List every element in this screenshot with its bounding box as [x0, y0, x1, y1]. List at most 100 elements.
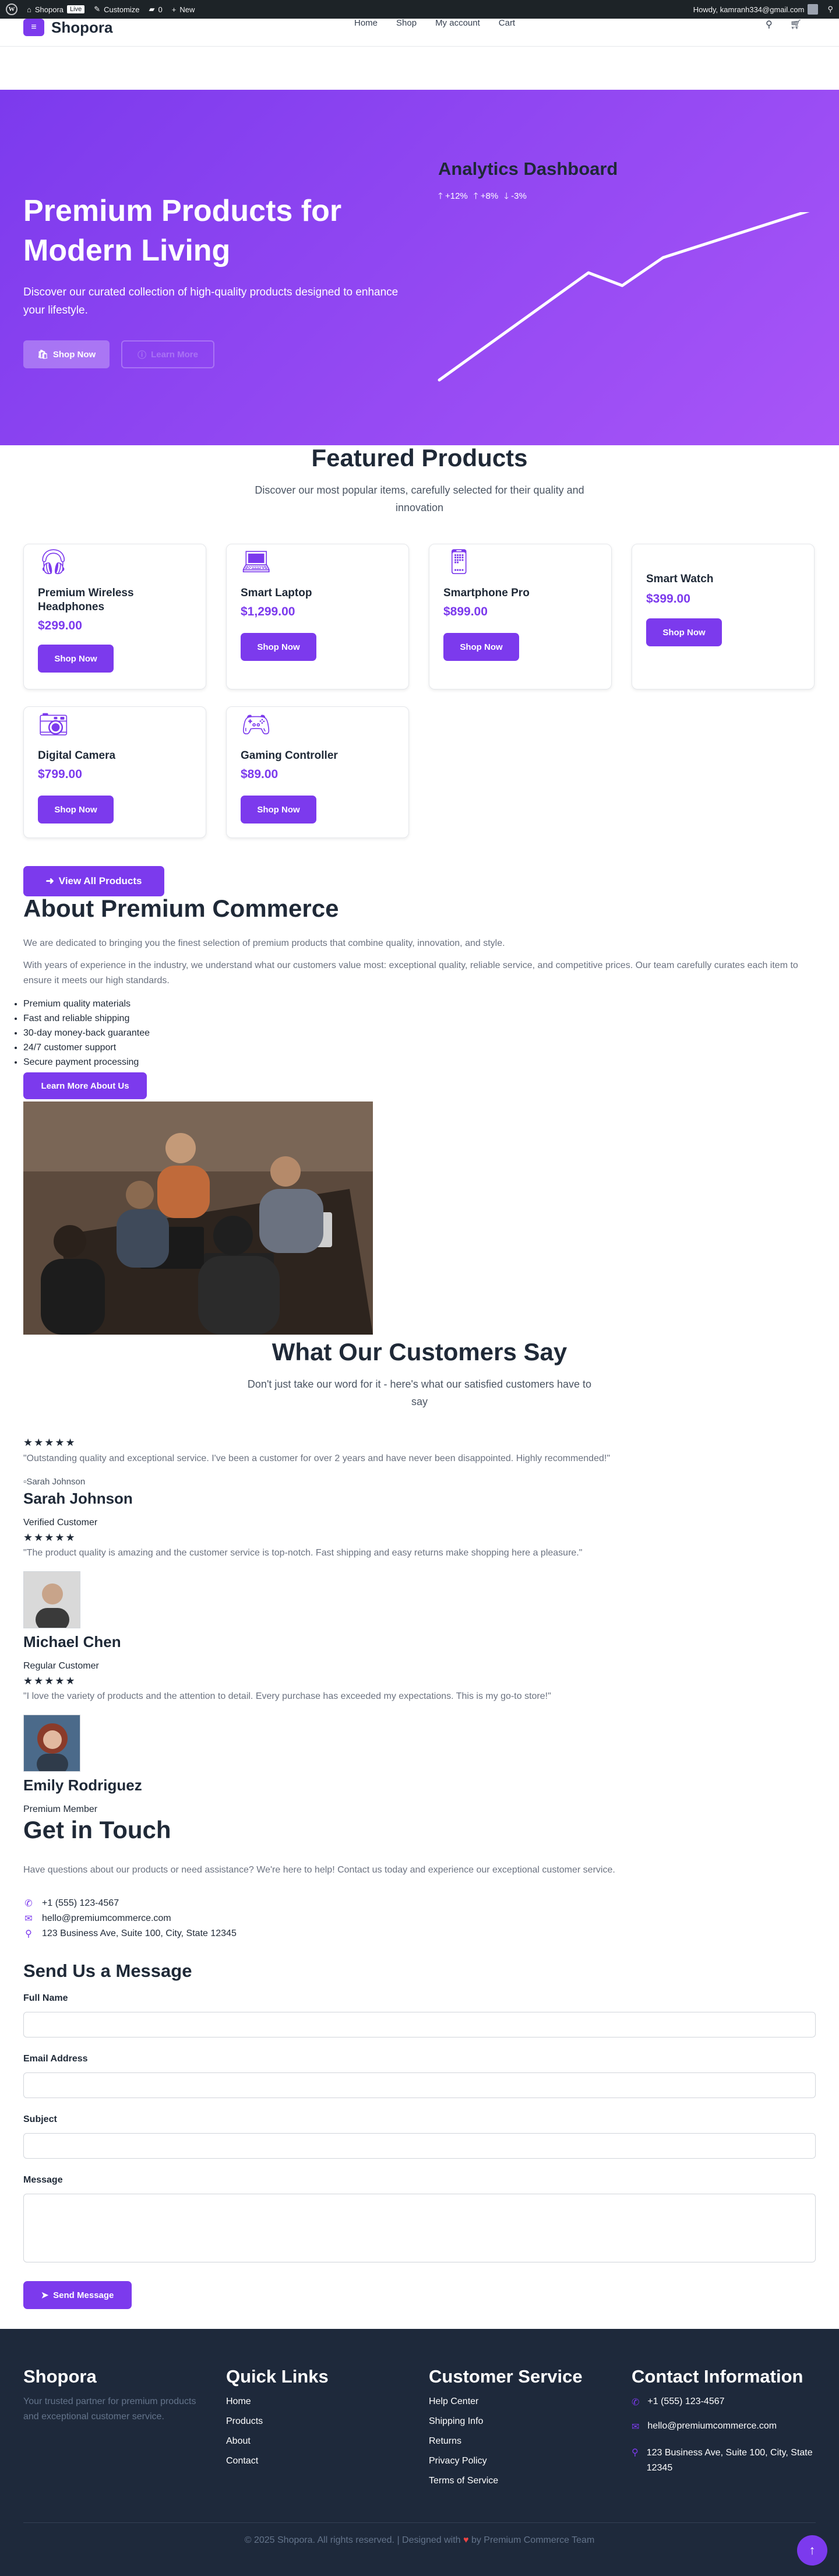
product-card: 💻︎ Smart Laptop $1,299.00 Shop Now [226, 544, 409, 689]
phone-icon: ✆ [632, 2398, 640, 2408]
hero-subtitle: Discover our curated collection of high-… [23, 286, 399, 316]
shop-now-button[interactable]: Shop Now [38, 796, 114, 824]
footer-link-contact[interactable]: Contact [226, 2456, 258, 2466]
testimonials-title: What Our Customers Say [272, 1338, 567, 1366]
rating-stars: ★★★★★ [23, 1532, 76, 1543]
footer-link-help-center[interactable]: Help Center [429, 2396, 478, 2407]
product-price: $799.00 [38, 768, 82, 781]
site-logo[interactable]: Shopora [51, 19, 112, 36]
shop-now-button[interactable]: Shop Now [241, 633, 316, 661]
footer-phone[interactable]: ✆ +1 (555) 123-4567 [632, 2396, 725, 2408]
plus-icon: + [171, 5, 177, 14]
heart-icon: ♥ [463, 2535, 469, 2545]
main-nav: Home Shop My account Cart [354, 19, 515, 28]
admin-account-menu[interactable]: Howdy, kamranh334@gmail.com [693, 4, 819, 15]
hero-shop-now-button[interactable]: 🛍︎ Shop Now [23, 340, 110, 368]
arrow-up-icon: ↑ [809, 2543, 816, 2557]
header-icons: ⚲ 🛒︎ [766, 19, 802, 30]
wordpress-logo[interactable]: W [6, 3, 17, 15]
footer-link-returns[interactable]: Returns [429, 2436, 461, 2447]
info-icon: ⓘ [138, 350, 147, 360]
list-item: Secure payment processing [23, 1055, 150, 1069]
admin-search[interactable]: ⚲ [827, 5, 833, 14]
contact-intro: Have questions about our products or nee… [23, 1865, 615, 1875]
laptop-icon: 💻︎ [241, 548, 272, 575]
envelope-icon: ✉ [24, 1914, 33, 1924]
product-name: Gaming Controller [241, 749, 338, 762]
headphones-icon: 🎧︎ [38, 548, 69, 575]
menu-toggle-button[interactable]: ≡ [23, 19, 44, 36]
email-label: Email Address [23, 2054, 88, 2064]
hero-learn-more-button[interactable]: ⓘ Learn More [121, 340, 214, 368]
admin-customize-link[interactable]: ✎ Customize [94, 5, 139, 14]
hamburger-icon: ≡ [31, 22, 37, 32]
subject-field[interactable] [23, 2133, 816, 2159]
nav-item-cart[interactable]: Cart [499, 19, 515, 28]
nav-item-home[interactable]: Home [354, 19, 378, 28]
full-name-field[interactable] [23, 2012, 816, 2037]
footer-brand: Shopora [23, 2366, 97, 2387]
learn-more-about-us-button[interactable]: Learn More About Us [23, 1072, 147, 1099]
search-icon: ⚲ [827, 5, 833, 13]
footer-link-products[interactable]: Products [226, 2416, 263, 2427]
testimonial-quote: "Outstanding quality and exceptional ser… [23, 1454, 610, 1463]
map-pin-icon: ⚲ [632, 2448, 639, 2458]
team-photo-illustration [23, 1102, 373, 1335]
stat-down: 🡓 -3% [504, 191, 527, 201]
site-header: ≡ Shopora Home Shop My account Cart ⚲ 🛒︎ [0, 19, 839, 47]
avatar [808, 4, 819, 15]
nav-item-my-account[interactable]: My account [435, 19, 480, 28]
subject-label: Subject [23, 2114, 57, 2124]
message-label: Message [23, 2175, 63, 2185]
dashboard-title: Analytics Dashboard [438, 159, 618, 179]
shop-now-button[interactable]: Shop Now [38, 645, 114, 673]
product-price: $89.00 [241, 768, 279, 781]
footer-link-privacy[interactable]: Privacy Policy [429, 2456, 487, 2466]
list-item: Premium quality materials [23, 997, 150, 1011]
product-price: $399.00 [646, 592, 690, 606]
view-all-products-button[interactable]: ➜ View All Products [23, 866, 164, 896]
shop-now-button[interactable]: Shop Now [443, 633, 519, 661]
product-card: 📷︎ Digital Camera $799.00 Shop Now [23, 706, 206, 838]
comment-icon: ▰ [149, 5, 155, 13]
broken-image-alt: ▫Sarah Johnson [23, 1477, 86, 1487]
footer-email[interactable]: ✉ hello@premiumcommerce.com [632, 2421, 777, 2433]
analytics-line-graphic [438, 212, 810, 382]
footer-link-shipping[interactable]: Shipping Info [429, 2416, 483, 2427]
rating-stars: ★★★★★ [23, 1675, 76, 1687]
copyright: © 2025 Shopora. All rights reserved. | D… [244, 2535, 595, 2545]
contact-email[interactable]: ✉ hello@premiumcommerce.com [23, 1913, 171, 1924]
admin-new-link[interactable]: + New [172, 5, 195, 14]
product-price: $1,299.00 [241, 605, 295, 618]
shopping-bag-icon: 🛍︎ [37, 350, 48, 360]
message-textarea[interactable] [23, 2194, 816, 2262]
nav-item-shop[interactable]: Shop [396, 19, 417, 28]
list-item: 30-day money-back guarantee [23, 1026, 150, 1040]
product-card: 🎧︎ Premium Wireless Headphones $299.00 S… [23, 544, 206, 689]
send-message-button[interactable]: ➤ Send Message [23, 2281, 132, 2309]
live-badge: Live [67, 5, 85, 13]
product-name: Smartphone Pro [443, 587, 530, 599]
about-paragraph: With years of experience in the industry… [23, 960, 798, 986]
envelope-icon: ✉ [632, 2422, 640, 2432]
product-card: Smart Watch $399.00 Shop Now [632, 544, 815, 689]
avatar [23, 1715, 80, 1772]
footer-link-home[interactable]: Home [226, 2396, 251, 2407]
admin-site-link[interactable]: ⌂ Shopora Live [27, 5, 85, 14]
contact-phone[interactable]: ✆ +1 (555) 123-4567 [23, 1898, 119, 1909]
map-pin-icon: ⚲ [25, 1929, 32, 1939]
footer-link-terms[interactable]: Terms of Service [429, 2476, 498, 2486]
hero-title: Premium Products for Modern Living [23, 194, 342, 268]
back-to-top-button[interactable]: ↑ [797, 2535, 827, 2566]
shop-now-button[interactable]: Shop Now [241, 796, 316, 824]
footer-link-about[interactable]: About [226, 2436, 251, 2447]
admin-comments-link[interactable]: ▰ 0 [149, 5, 163, 14]
search-icon[interactable]: ⚲ [766, 19, 773, 30]
product-name: Digital Camera [38, 749, 116, 762]
email-field[interactable] [23, 2072, 816, 2098]
home-icon: ⌂ [27, 5, 31, 14]
cart-icon[interactable]: 🛒︎ [790, 19, 802, 30]
rating-stars: ★★★★★ [23, 1437, 76, 1448]
hero-section: Premium Products for Modern Living Disco… [0, 90, 839, 445]
shop-now-button[interactable]: Shop Now [646, 618, 722, 646]
